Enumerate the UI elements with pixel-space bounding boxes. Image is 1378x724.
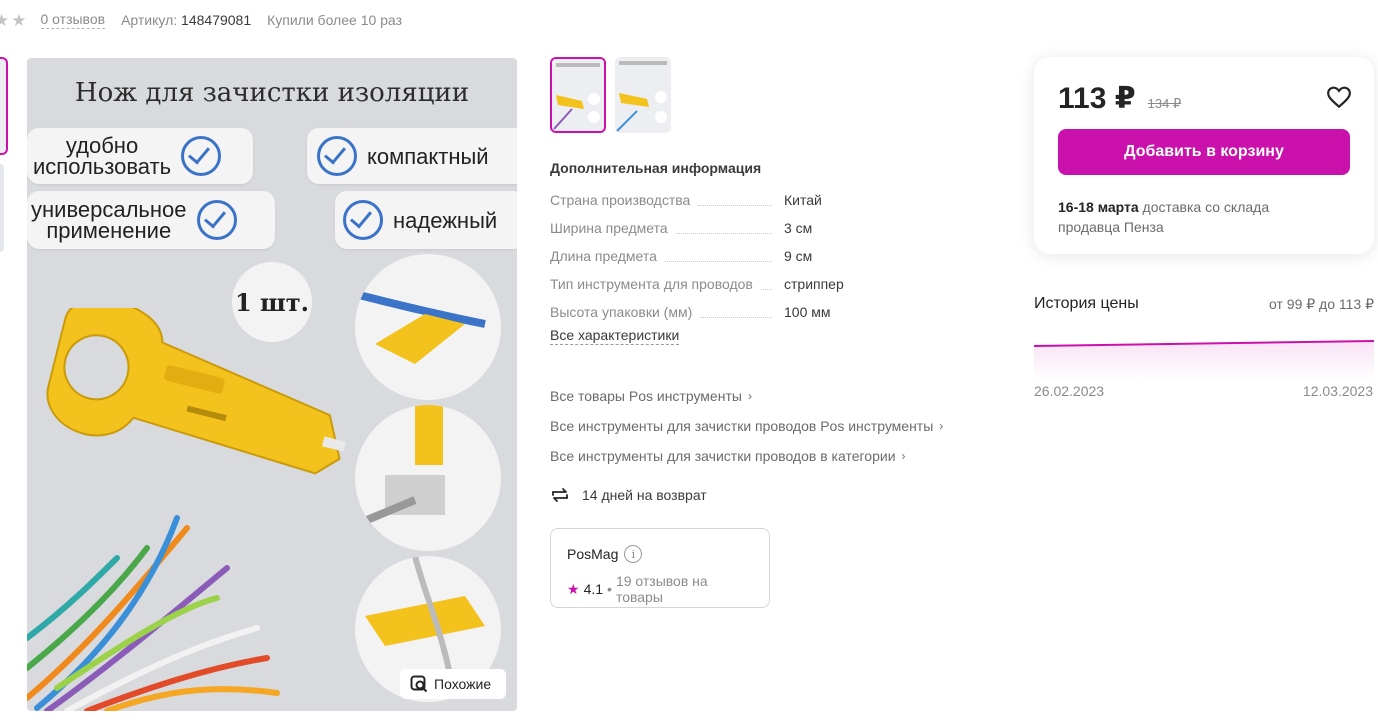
chevron-right-icon: › (901, 449, 906, 463)
chevron-right-icon: › (747, 389, 752, 403)
additional-info-title: Дополнительная информация (550, 160, 762, 176)
return-policy: 14 дней на возврат (550, 485, 707, 505)
specs-list: Страна производства Китай Ширина предмета… (550, 186, 970, 326)
stripper-tool-illustration (46, 308, 346, 475)
price-history-graph[interactable] (1034, 335, 1374, 380)
return-icon (552, 488, 568, 502)
gallery-thumb[interactable] (0, 164, 4, 252)
seller-card[interactable]: PosMag i ★ 4.1 • 19 отзывов на товары (550, 528, 770, 608)
thumbnail[interactable] (615, 57, 671, 133)
similar-button[interactable]: Похожие (400, 669, 506, 699)
info-icon[interactable]: i (624, 545, 643, 563)
feature-badge: компактный (307, 128, 517, 184)
spec-row: Тип инструмента для проводов стриппер (550, 276, 844, 292)
check-icon (181, 136, 222, 176)
feature-badge: надежный (335, 191, 517, 249)
thumbnail-active[interactable] (550, 57, 606, 133)
add-to-cart-button[interactable]: Добавить в корзину (1058, 129, 1350, 175)
rating-stars: ★ ★ (0, 12, 27, 29)
price-history-title: История цены (1034, 295, 1139, 312)
history-date-end: 12.03.2023 (1302, 383, 1373, 399)
seller-rating: ★ 4.1 • 19 отзывов на товары (567, 573, 708, 605)
search-similar-icon (410, 675, 428, 693)
current-price: 113 ₽ (1058, 82, 1136, 115)
price-history-range: от 99 ₽ до 113 ₽ (1269, 296, 1374, 312)
link-brand-category[interactable]: Все инструменты для зачистки проводов Po… (550, 411, 943, 441)
detail-image-2 (355, 405, 501, 551)
heart-icon[interactable] (1326, 85, 1352, 111)
star-icon: ★ (567, 580, 580, 597)
detail-image-1 (355, 254, 501, 400)
price-card: 113 ₽ 134 ₽ Добавить в корзину 16-18 мар… (1034, 57, 1374, 254)
brand-links: Все товары Pos инструменты › Все инструме… (550, 381, 943, 471)
reviews-link[interactable]: 0 отзывов (40, 11, 106, 29)
delivery-info: 16-18 марта доставка со склада продавца … (1058, 199, 1270, 235)
link-all-brand-products[interactable]: Все товары Pos инструменты › (550, 381, 943, 411)
feature-badge: универсальное применение (27, 191, 275, 249)
link-category[interactable]: Все инструменты для зачистки проводов в … (550, 441, 943, 471)
all-characteristics-link[interactable]: Все характеристики (550, 327, 680, 345)
spec-row: Ширина предмета 3 см (550, 220, 813, 236)
history-date-start: 26.02.2023 (1034, 383, 1105, 399)
old-price: 134 ₽ (1147, 96, 1182, 111)
seller-name[interactable]: PosMag (567, 546, 618, 562)
check-icon (317, 136, 357, 176)
feature-badge: удобно использовать (27, 128, 253, 184)
spec-row: Высота упаковки (мм) 100 мм (550, 304, 831, 320)
star-icon: ★ (0, 10, 10, 30)
check-icon (196, 200, 237, 240)
check-icon (343, 200, 383, 240)
product-meta-row: ★ ★ 0 отзывов Артикул: 148479081 Купили … (0, 10, 402, 30)
wires-illustration (27, 515, 280, 711)
article-number: Артикул: 148479081 (121, 12, 252, 28)
spec-row: Страна производства Китай (550, 192, 822, 208)
star-icon: ★ (11, 10, 27, 30)
bought-count: Купили более 10 раз (267, 12, 402, 28)
spec-row: Длина предмета 9 см (550, 248, 813, 264)
chevron-right-icon: › (939, 419, 944, 433)
product-main-image[interactable]: Нож для зачистки изоляции удобно использ… (27, 58, 517, 711)
image-title: Нож для зачистки изоляции (74, 78, 470, 108)
gallery-thumb-active[interactable] (0, 57, 8, 155)
